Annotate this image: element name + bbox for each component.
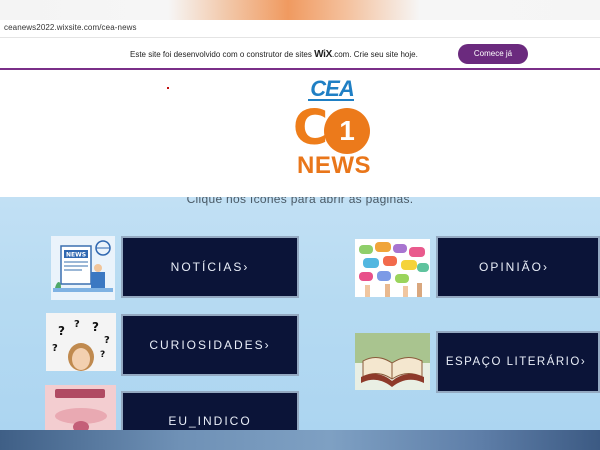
noticias-label: NOTÍCIAS›: [170, 260, 250, 274]
svg-text:?: ?: [92, 320, 99, 334]
wix-promo-banner: Este site foi desenvolvido com o constru…: [0, 38, 600, 70]
espaco-literario-label: ESPAÇO LITERÁRIO›: [445, 356, 587, 368]
eu-indico-button[interactable]: EU_INDICO: [121, 391, 299, 430]
question-marks-woman-icon: ? ? ? ? ? ?: [46, 313, 116, 371]
svg-text:?: ?: [104, 335, 110, 346]
sections-area: Clique nos ícones para abrir as páginas.…: [0, 197, 600, 430]
svg-text:?: ?: [58, 324, 65, 338]
news-illustration-icon: NEWS: [51, 236, 115, 300]
eu-indico-label: EU_INDICO: [168, 414, 252, 428]
address-bar[interactable]: ceanews2022.wixsite.com/cea-news: [0, 20, 600, 38]
eu-indico-thumbnail-image[interactable]: [45, 385, 116, 430]
taskbar-strip: [0, 430, 600, 450]
logo-number-circle: 1: [324, 108, 370, 154]
svg-text:?: ?: [100, 350, 105, 360]
opiniao-button[interactable]: OPINIÃO›: [436, 236, 600, 298]
curiosidades-button[interactable]: CURIOSIDADES›: [121, 314, 299, 376]
decorative-dot: [167, 87, 169, 89]
svg-text:NEWS: NEWS: [66, 252, 86, 259]
opinion-thumbnail-image[interactable]: [355, 239, 430, 297]
svg-text:?: ?: [52, 343, 58, 354]
espaco-literario-button[interactable]: ESPAÇO LITERÁRIO›: [436, 331, 600, 393]
open-book-icon: [355, 333, 430, 390]
instruction-text: Clique nos ícones para abrir as páginas.: [186, 197, 414, 206]
wix-message-prefix: Este site foi desenvolvido com o constru…: [130, 50, 315, 59]
news-thumbnail-image[interactable]: NEWS: [51, 236, 115, 300]
curiosidades-label: CURIOSIDADES›: [149, 338, 271, 352]
important-sticker-icon: [45, 385, 116, 430]
logo-news-text: NEWS: [297, 152, 371, 179]
noticias-button[interactable]: NOTÍCIAS›: [121, 236, 299, 298]
curiosities-thumbnail-image[interactable]: ? ? ? ? ? ?: [46, 313, 116, 371]
speech-bubbles-icon: [355, 239, 430, 297]
svg-text:?: ?: [74, 319, 80, 330]
browser-top-strip: [0, 0, 600, 20]
start-now-button[interactable]: Comece já: [458, 44, 528, 64]
url-text[interactable]: ceanews2022.wixsite.com/cea-news: [4, 23, 137, 32]
wix-brand-logo: WiX: [314, 49, 332, 60]
wix-message-suffix: .com. Crie seu site hoje.: [332, 50, 418, 59]
wix-banner-message: Este site foi desenvolvido com o constru…: [130, 49, 418, 60]
opiniao-label: OPINIÃO›: [478, 260, 549, 274]
literary-space-thumbnail-image[interactable]: [355, 333, 430, 390]
